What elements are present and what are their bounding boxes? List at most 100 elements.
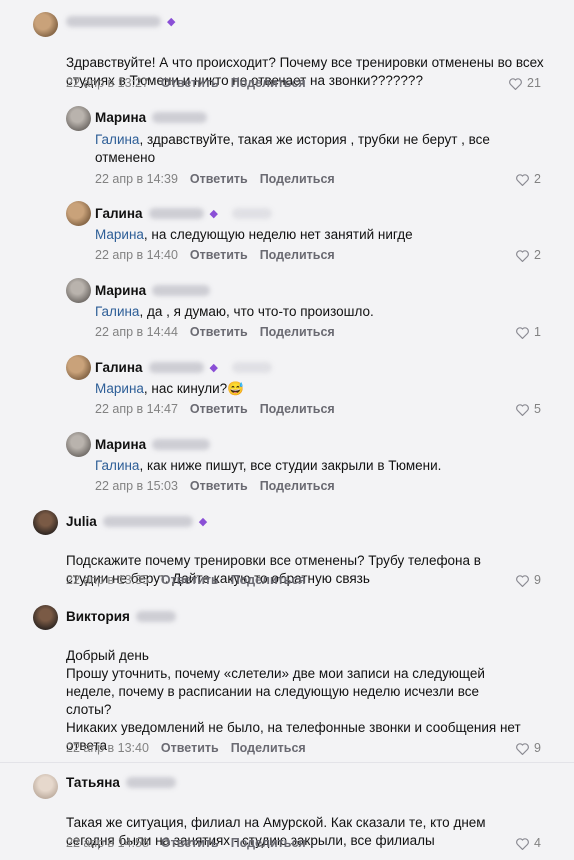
heart-icon <box>516 574 529 587</box>
comment-author[interactable]: Галина <box>95 360 143 375</box>
author-name-redacted <box>102 515 193 527</box>
share-button[interactable]: Поделиться <box>260 325 335 339</box>
reply-button[interactable]: Ответить <box>161 836 219 850</box>
avatar[interactable] <box>33 510 58 535</box>
reply-button[interactable]: Ответить <box>190 479 248 493</box>
author-name-redacted <box>152 284 211 296</box>
author-name-redacted <box>135 610 176 622</box>
comment-text-part: , да , я думаю, что что-то произошло. <box>139 304 374 319</box>
comment-date[interactable]: 22 апр в 14:39 <box>95 172 178 186</box>
avatar[interactable] <box>66 355 91 380</box>
comment-author[interactable]: Марина <box>95 437 146 452</box>
share-button[interactable]: Поделиться <box>231 76 306 90</box>
reply-button[interactable]: Ответить <box>190 325 248 339</box>
share-button[interactable]: Поделиться <box>260 172 335 186</box>
comment-date[interactable]: 22 апр в 13:35 <box>66 573 149 587</box>
donut-badge-icon: ◆ <box>198 515 208 528</box>
like-button[interactable]: 2 <box>515 171 541 187</box>
author-name-redacted <box>152 111 208 123</box>
heart-icon <box>516 742 529 755</box>
comment-author[interactable]: Татьяна <box>66 775 120 790</box>
comment-author[interactable]: Виктория <box>66 609 130 624</box>
author-name-redacted <box>148 361 204 373</box>
comment-text: Марина, нас кинули?😅 <box>95 380 515 398</box>
comment-author[interactable]: Марина <box>95 110 146 125</box>
like-count: 21 <box>527 76 541 90</box>
comment-text-part: , здравствуйте, такая же история , трубк… <box>95 132 490 165</box>
avatar[interactable] <box>33 774 58 799</box>
heart-icon <box>516 173 529 186</box>
reply-button[interactable]: Ответить <box>190 172 248 186</box>
donut-badge-icon: ◆ <box>209 207 218 220</box>
avatar[interactable] <box>66 432 91 457</box>
share-button[interactable]: Поделиться <box>260 479 335 493</box>
like-button[interactable]: 4 <box>515 835 541 851</box>
comment-text-part: Добрый день Прошу уточнить, почему «слет… <box>66 648 521 753</box>
comment-text: Марина, на следующую неделю нет занятий … <box>95 226 515 244</box>
comment-author[interactable]: Галина <box>95 206 143 221</box>
author-name-redacted <box>148 207 204 219</box>
avatar[interactable] <box>33 12 58 37</box>
like-count: 1 <box>534 325 541 339</box>
comment-author[interactable]: Julia <box>66 514 97 529</box>
heart-icon <box>516 403 529 416</box>
comment-date[interactable]: 22 апр в 14:58 <box>66 836 149 850</box>
avatar[interactable] <box>33 605 58 630</box>
avatar[interactable] <box>66 201 91 226</box>
heart-icon <box>516 249 529 262</box>
author-name-redacted <box>66 15 161 27</box>
like-button[interactable]: 1 <box>515 324 541 340</box>
donut-badge-icon: ◆ <box>209 361 218 374</box>
share-button[interactable]: Поделиться <box>231 836 306 850</box>
comment-text-part: , на следующую неделю нет занятий нигде <box>143 227 413 242</box>
comment-date[interactable]: 22 апр в 13:40 <box>66 741 149 755</box>
heart-icon <box>516 326 529 339</box>
comment-date[interactable]: 22 апр в 13:27 <box>66 76 149 90</box>
like-count: 9 <box>534 741 541 755</box>
reply-button[interactable]: Ответить <box>161 76 219 90</box>
like-count: 2 <box>534 248 541 262</box>
status-redacted <box>232 361 272 373</box>
comment-date[interactable]: 22 апр в 14:40 <box>95 248 178 262</box>
mention-link[interactable]: Галина <box>95 304 139 319</box>
reply-button[interactable]: Ответить <box>161 741 219 755</box>
comment-author[interactable]: Марина <box>95 283 146 298</box>
mention-link[interactable]: Марина <box>95 227 144 242</box>
mention-link[interactable]: Галина <box>95 132 139 147</box>
divider <box>0 762 574 763</box>
like-button[interactable]: 5 <box>515 401 541 417</box>
comments-feed: ◆ Здравствуйте! А что происходит? Почему… <box>0 0 574 860</box>
share-button[interactable]: Поделиться <box>231 741 306 755</box>
like-count: 5 <box>534 402 541 416</box>
share-button[interactable]: Поделиться <box>260 402 335 416</box>
like-button[interactable]: 9 <box>515 740 541 756</box>
status-redacted <box>232 207 272 219</box>
share-button[interactable]: Поделиться <box>231 573 306 587</box>
comment-text: Галина, как ниже пишут, все студии закры… <box>95 457 515 475</box>
like-button[interactable]: 2 <box>515 247 541 263</box>
reply-button[interactable]: Ответить <box>190 402 248 416</box>
mention-link[interactable]: Марина <box>95 381 144 396</box>
comment-text: Галина, здравствуйте, такая же история ,… <box>95 131 515 167</box>
comment-date[interactable]: 22 апр в 14:44 <box>95 325 178 339</box>
author-name-redacted <box>125 776 176 788</box>
reply-button[interactable]: Ответить <box>190 248 248 262</box>
comment-text-part: , как ниже пишут, все студии закрыли в Т… <box>139 458 442 473</box>
comment-text: Галина, да , я думаю, что что-то произош… <box>95 303 515 321</box>
comment-date[interactable]: 22 апр в 14:47 <box>95 402 178 416</box>
like-button[interactable]: 9 <box>515 572 541 588</box>
like-count: 2 <box>534 172 541 186</box>
like-count: 9 <box>534 573 541 587</box>
share-button[interactable]: Поделиться <box>260 248 335 262</box>
reply-button[interactable]: Ответить <box>161 573 219 587</box>
avatar[interactable] <box>66 278 91 303</box>
like-button[interactable]: 21 <box>508 75 541 91</box>
author-name-redacted <box>152 438 211 450</box>
comment-text-part: , нас кинули?😅 <box>143 381 244 396</box>
donut-badge-icon: ◆ <box>167 15 176 28</box>
comment-date[interactable]: 22 апр в 15:03 <box>95 479 178 493</box>
avatar[interactable] <box>66 106 91 131</box>
like-count: 4 <box>534 836 541 850</box>
mention-link[interactable]: Галина <box>95 458 139 473</box>
heart-icon <box>509 77 522 90</box>
